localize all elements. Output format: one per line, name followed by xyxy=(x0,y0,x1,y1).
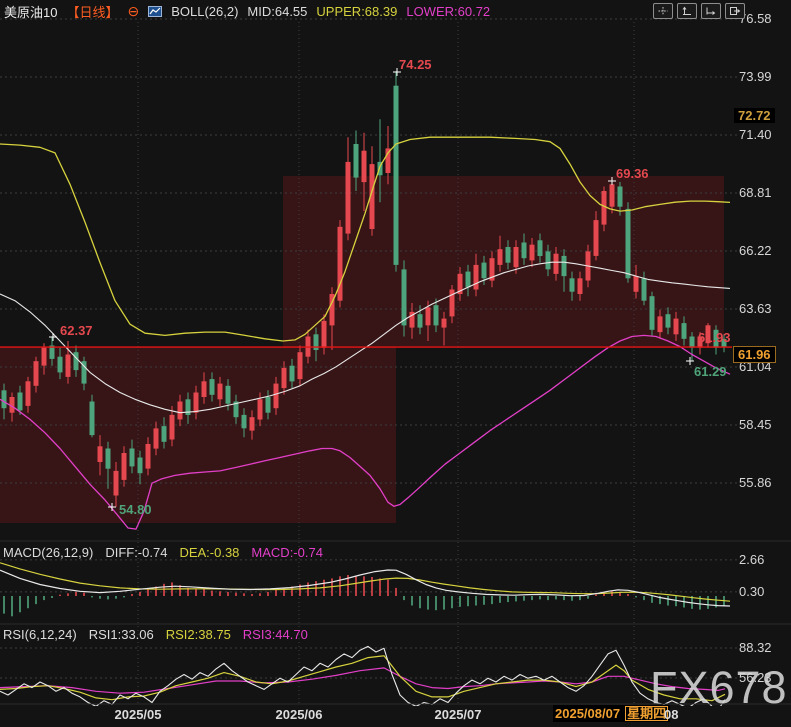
rsi-axis-label: 88.32 xyxy=(739,640,772,655)
trading-chart-app: FX678 MACD(26,12,9) DIFF:-0.74 DEA:-0.38… xyxy=(0,0,791,727)
rsi-name[interactable]: RSI(6,12,24) xyxy=(3,627,77,642)
rsi-axis-label: 56.23 xyxy=(739,670,772,685)
macd-name[interactable]: MACD(26,12,9) xyxy=(3,545,93,560)
symbol-name[interactable]: 美原油10 xyxy=(4,2,57,21)
x-axis-label: 2025/06 xyxy=(276,707,323,722)
price-axis-label: 71.40 xyxy=(739,127,772,142)
x-axis-label: 2025/07 xyxy=(435,707,482,722)
boll-mid-value: MID:64.55 xyxy=(247,4,307,19)
macd-header: MACD(26,12,9) DIFF:-0.74 DEA:-0.38 MACD:… xyxy=(3,545,323,560)
price-annotation: 61.29 xyxy=(694,364,727,379)
selected-date-label: 2025/08/07 星期四 xyxy=(553,705,670,722)
macd-hist-value: MACD:-0.74 xyxy=(251,545,323,560)
macd-axis-label: 2.66 xyxy=(739,552,764,567)
rsi3-value: RSI3:44.70 xyxy=(243,627,308,642)
collapse-icon[interactable]: ⊖ xyxy=(127,5,139,17)
selected-date: 2025/08/07 xyxy=(555,706,620,721)
price-annotation: 61.93 xyxy=(698,330,731,345)
pan-tool-icon[interactable] xyxy=(653,3,673,19)
price-axis-label: 58.45 xyxy=(739,417,772,432)
price-annotation: 69.36 xyxy=(616,166,649,181)
boll-indicator-label[interactable]: BOLL(26,2) xyxy=(171,4,238,19)
x-axis-label: 2025/05 xyxy=(115,707,162,722)
price-axis-label: 73.99 xyxy=(739,69,772,84)
chart-overlays: FX678 MACD(26,12,9) DIFF:-0.74 DEA:-0.38… xyxy=(0,0,791,727)
boll-upper-value: UPPER:68.39 xyxy=(316,4,397,19)
price-annotation: 74.25 xyxy=(399,57,432,72)
scale-up-icon[interactable] xyxy=(677,3,697,19)
boll-lower-value: LOWER:60.72 xyxy=(406,4,490,19)
chart-toolbar xyxy=(653,3,745,19)
current-price-label: 61.96 xyxy=(733,346,776,363)
price-axis-label: 66.22 xyxy=(739,243,772,258)
rsi1-value: RSI1:33.06 xyxy=(89,627,154,642)
x-axis-label: 08 xyxy=(664,707,678,722)
price-axis-label: 55.86 xyxy=(739,475,772,490)
price-axis-label: 68.81 xyxy=(739,185,772,200)
detach-panel-icon[interactable] xyxy=(725,3,745,19)
price-axis-label: 63.63 xyxy=(739,301,772,316)
chart-header-bar: 美原油10 【日线】 ⊖ BOLL(26,2) MID:64.55 UPPER:… xyxy=(0,0,791,21)
price-annotation: 54.80 xyxy=(119,502,152,517)
period-tab[interactable]: 【日线】 xyxy=(66,2,118,21)
indicator-chart-icon[interactable] xyxy=(148,6,162,17)
rsi-header: RSI(6,12,24) RSI1:33.06 RSI2:38.75 RSI3:… xyxy=(3,627,308,642)
scale-right-icon[interactable] xyxy=(701,3,721,19)
selected-weekday: 星期四 xyxy=(625,706,668,721)
rsi2-value: RSI2:38.75 xyxy=(166,627,231,642)
macd-dea-value: DEA:-0.38 xyxy=(179,545,239,560)
macd-axis-label: 0.30 xyxy=(739,584,764,599)
macd-diff-value: DIFF:-0.74 xyxy=(105,545,167,560)
marked-price-label: 72.72 xyxy=(734,108,775,123)
price-annotation: 62.37 xyxy=(60,323,93,338)
